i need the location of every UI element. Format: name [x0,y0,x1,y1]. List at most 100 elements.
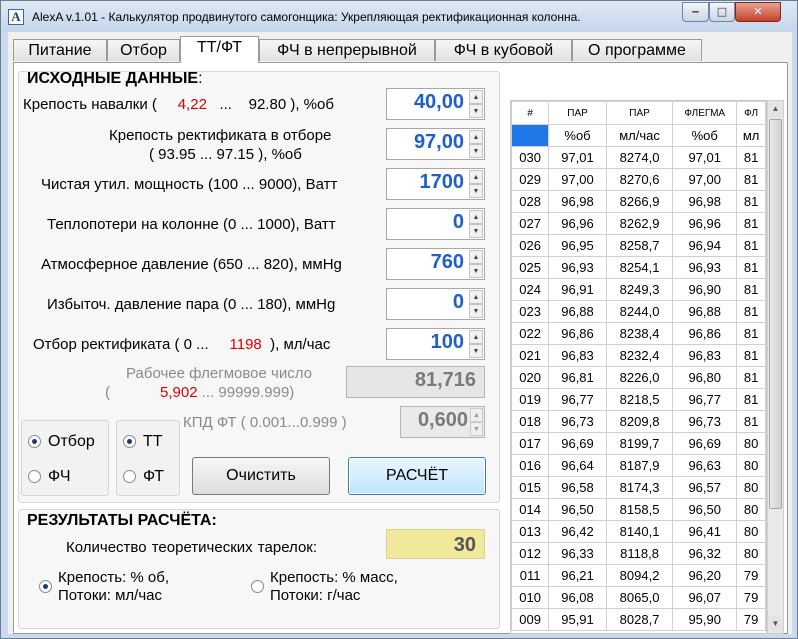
excess-pressure-input[interactable]: 0 ▲ ▼ [386,288,485,320]
table-cell[interactable]: 8065,0 [605,586,674,609]
table-cell[interactable]: 81 [736,388,766,411]
table-row[interactable]: 026 96,95 8258,7 96,94 81 [511,234,766,257]
table-cell[interactable]: 81 [736,212,766,235]
spin-down-icon[interactable]: ▼ [469,144,483,158]
table-row[interactable]: 025 96,93 8254,1 96,93 81 [511,256,766,279]
column-unit[interactable]: мл [736,124,766,147]
table-cell[interactable]: 97,00 [548,168,607,191]
table-cell[interactable]: 80 [736,498,766,521]
spin-down-icon[interactable]: ▼ [469,184,483,198]
tab-feed[interactable]: Питание [13,39,107,61]
atm-pressure-input[interactable]: 760 ▲ ▼ [386,248,485,280]
table-cell[interactable]: 8174,3 [605,476,674,499]
table-cell[interactable]: 96,88 [672,300,738,323]
table-cell[interactable]: 8187,9 [605,454,674,477]
spin-up-icon[interactable]: ▲ [469,290,483,304]
table-cell[interactable]: 96,64 [548,454,607,477]
column-unit[interactable]: %об [548,124,607,147]
table-cell[interactable]: 8249,3 [605,278,674,301]
table-cell[interactable]: 96,93 [548,256,607,279]
table-cell[interactable]: 80 [736,542,766,565]
table-cell[interactable]: 8218,5 [605,388,674,411]
column-unit[interactable]: мл/час [605,124,674,147]
table-cell[interactable]: 95,91 [548,608,607,631]
table-cell[interactable]: 026 [511,234,550,257]
table-row[interactable]: 011 96,21 8094,2 96,20 79 [511,564,766,587]
table-cell[interactable]: 96,73 [672,410,738,433]
clear-button[interactable]: Очистить [192,457,330,495]
scroll-thumb[interactable] [769,119,782,509]
calculate-button[interactable]: РАСЧЁТ [348,457,486,495]
table-cell[interactable]: 96,20 [672,564,738,587]
table-cell[interactable]: 8094,2 [605,564,674,587]
table-cell[interactable]: 8199,7 [605,432,674,455]
table-cell[interactable]: 96,83 [548,344,607,367]
spin-up-icon[interactable]: ▲ [469,210,483,224]
table-cell[interactable]: 81 [736,168,766,191]
table-cell[interactable]: 013 [511,520,550,543]
table-cell[interactable]: 96,81 [548,366,607,389]
mash-strength-input[interactable]: 40,00 ▲ ▼ [386,88,485,120]
table-row[interactable]: 019 96,77 8218,5 96,77 81 [511,388,766,411]
table-cell[interactable]: 96,69 [548,432,607,455]
table-row[interactable]: 017 96,69 8199,7 96,69 80 [511,432,766,455]
table-cell[interactable]: 8028,7 [605,608,674,631]
table-cell[interactable]: 81 [736,234,766,257]
table-cell[interactable]: 96,98 [548,190,607,213]
close-button[interactable]: ✕ [735,2,781,22]
spin-up-icon[interactable]: ▲ [469,330,483,344]
table-cell[interactable]: 96,77 [548,388,607,411]
table-cell[interactable]: 8274,0 [605,146,674,169]
table-cell[interactable]: 96,94 [672,234,738,257]
spin-down-icon[interactable]: ▼ [469,104,483,118]
table-cell[interactable]: 81 [736,146,766,169]
table-cell[interactable]: 8238,4 [605,322,674,345]
column-header[interactable]: ФЛ [736,101,766,125]
table-cell[interactable]: 010 [511,586,550,609]
table-row[interactable]: 009 95,91 8028,7 95,90 79 [511,608,766,631]
spin-down-icon[interactable]: ▼ [469,224,483,238]
heat-loss-input[interactable]: 0 ▲ ▼ [386,208,485,240]
table-row[interactable]: 015 96,58 8174,3 96,57 80 [511,476,766,499]
table-cell[interactable]: 96,08 [548,586,607,609]
plates-table[interactable]: # ПАР ПАР ФЛЕГМА ФЛ %об мл/час %об мл 030 97,01 827… [510,100,767,634]
table-cell[interactable]: 8232,4 [605,344,674,367]
table-cell[interactable]: 024 [511,278,550,301]
table-cell[interactable]: 81 [736,300,766,323]
table-cell[interactable]: 96,95 [548,234,607,257]
table-cell[interactable]: 8266,9 [605,190,674,213]
table-cell[interactable]: 95,90 [672,608,738,631]
table-row[interactable]: 024 96,91 8249,3 96,90 81 [511,278,766,301]
table-cell[interactable]: 019 [511,388,550,411]
spin-up-icon[interactable]: ▲ [469,130,483,144]
title-bar[interactable]: A AlexA v.1.01 - Калькулятор продвинутог… [1,1,797,32]
table-cell[interactable]: 96,42 [548,520,607,543]
table-row[interactable]: 021 96,83 8232,4 96,83 81 [511,344,766,367]
spin-down-icon[interactable]: ▼ [470,422,483,436]
column-header[interactable]: ПАР [605,101,674,125]
table-cell[interactable]: 96,77 [672,388,738,411]
table-row[interactable]: 028 96,98 8266,9 96,98 81 [511,190,766,213]
table-cell[interactable]: 79 [736,608,766,631]
selected-cell[interactable] [511,124,550,147]
takeoff-input[interactable]: 100 ▲ ▼ [386,328,485,360]
table-cell[interactable]: 96,90 [672,278,738,301]
maximize-button[interactable]: □ [709,2,735,22]
table-cell[interactable]: 030 [511,146,550,169]
tab-batch[interactable]: ФЧ в кубовой [435,39,572,61]
table-cell[interactable]: 96,98 [672,190,738,213]
table-cell[interactable]: 96,63 [672,454,738,477]
table-cell[interactable]: 015 [511,476,550,499]
scroll-down-icon[interactable]: ▼ [768,616,783,633]
table-cell[interactable]: 79 [736,564,766,587]
spin-down-icon[interactable]: ▼ [469,344,483,358]
table-cell[interactable]: 96,80 [672,366,738,389]
table-cell[interactable]: 8270,6 [605,168,674,191]
efficiency-input[interactable]: 0,600 ▲ ▼ [400,406,485,438]
table-row[interactable]: 029 97,00 8270,6 97,00 81 [511,168,766,191]
table-cell[interactable]: 8244,0 [605,300,674,323]
table-cell[interactable]: 017 [511,432,550,455]
table-cell[interactable]: 020 [511,366,550,389]
table-cell[interactable]: 96,41 [672,520,738,543]
tab-takeoff[interactable]: Отбор [107,39,180,61]
